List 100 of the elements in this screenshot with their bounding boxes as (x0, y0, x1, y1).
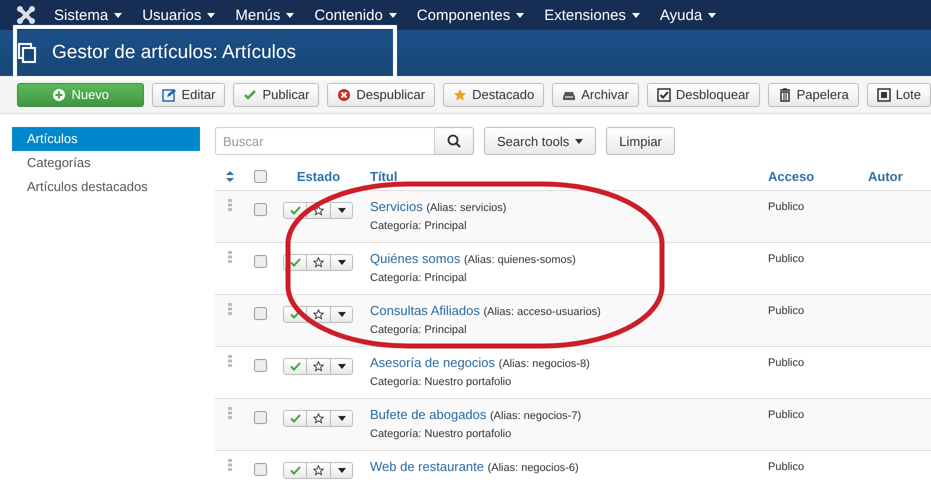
article-title-link[interactable]: Web de restaurante (370, 459, 484, 474)
checkbox[interactable] (254, 411, 266, 424)
article-title-link[interactable]: Bufete de abogados (370, 407, 486, 422)
actions-dropdown[interactable] (331, 306, 353, 323)
search-button[interactable] (435, 127, 474, 155)
drag-handle-icon[interactable] (228, 251, 232, 263)
access-level: Publico (768, 201, 804, 213)
star-icon (313, 205, 324, 216)
article-title-link[interactable]: Servicios (370, 199, 423, 214)
menu-item[interactable]: Componentes (406, 0, 534, 31)
article-alias: (Alias: servicios) (426, 202, 506, 214)
caret-icon (207, 12, 216, 18)
checkbox[interactable] (254, 307, 266, 320)
toolbar-button[interactable]: Despublicar (327, 82, 436, 106)
trash-icon (778, 88, 792, 102)
actions-dropdown[interactable] (331, 358, 353, 375)
actions-dropdown[interactable] (331, 462, 353, 479)
drag-handle-icon[interactable] (228, 199, 232, 211)
actions-dropdown[interactable] (331, 254, 353, 271)
article-alias: (Alias: negocios-8) (498, 358, 590, 370)
article-alias: (Alias: negocios-6) (488, 462, 579, 474)
logo-icon (16, 5, 36, 25)
clear-button[interactable]: Limpiar (606, 127, 675, 155)
caret-icon (338, 260, 346, 265)
star-icon (313, 361, 324, 372)
caret-icon (516, 12, 524, 18)
sort-icon[interactable] (226, 171, 234, 182)
copy-icon (18, 43, 36, 63)
caret-icon (575, 138, 584, 144)
caret-icon (338, 416, 346, 421)
checkbox[interactable] (254, 463, 266, 476)
checkbox[interactable] (254, 203, 266, 216)
menu-item[interactable]: Usuarios (132, 0, 226, 31)
toolbar-button[interactable]: Publicar (233, 82, 320, 106)
edit-icon (162, 88, 176, 102)
search-field[interactable]: Buscar (215, 127, 435, 155)
sidebar-item[interactable]: Categorías (12, 151, 200, 175)
access-level: Publico (768, 305, 804, 317)
toolbar-button[interactable]: Desbloquear (646, 82, 760, 106)
toolbar-button[interactable]: Editar (152, 82, 226, 106)
menu-item[interactable]: Extensiones (534, 0, 650, 31)
access-level: Publico (768, 357, 804, 369)
check-icon (290, 258, 300, 267)
drag-handle-icon[interactable] (228, 407, 232, 419)
menu-item[interactable]: Menús (225, 0, 304, 31)
article-title-link[interactable]: Consultas Afiliados (370, 303, 480, 318)
publish-toggle[interactable] (283, 462, 307, 479)
caret-icon (338, 312, 346, 317)
checkbox[interactable] (254, 359, 266, 372)
check-icon (290, 206, 300, 215)
article-title-link[interactable]: Quiénes somos (370, 251, 460, 266)
drag-handle-icon[interactable] (228, 459, 232, 471)
checkbox-icon (656, 88, 671, 102)
star-icon (313, 413, 324, 424)
featured-toggle[interactable] (307, 254, 331, 271)
featured-toggle[interactable] (307, 358, 331, 375)
toolbar-button[interactable]: Archivar (552, 82, 639, 106)
toolbar-button[interactable]: Destacado (443, 82, 544, 106)
search-tools-button[interactable]: Search tools (484, 127, 596, 155)
plus-icon (52, 88, 66, 102)
actions-dropdown[interactable] (331, 410, 353, 427)
toolbar-button[interactable]: Papelera (768, 82, 859, 106)
check-icon (290, 310, 300, 319)
star-icon (313, 309, 324, 320)
check-icon (290, 466, 300, 475)
publish-toggle[interactable] (283, 358, 307, 375)
star-icon (453, 88, 468, 102)
column-header[interactable]: Autor (868, 169, 903, 184)
column-header[interactable]: Títul (370, 169, 398, 184)
toolbar-button[interactable]: Lote (866, 82, 931, 106)
checkbox[interactable] (254, 255, 266, 268)
article-alias: (Alias: negocios-7) (490, 410, 582, 422)
page-title: Gestor de artículos: Artículos (52, 42, 296, 64)
article-category: Categoría: Principal (370, 219, 468, 233)
sidebar-item[interactable]: Artículos destacados (12, 175, 200, 199)
drag-handle-icon[interactable] (228, 303, 232, 315)
menu-item[interactable]: Contenido (304, 0, 407, 31)
caret-icon (708, 12, 716, 18)
featured-toggle[interactable] (307, 306, 331, 323)
publish-toggle[interactable] (283, 410, 307, 427)
article-category: Categoría: Nuestro portafolio (370, 427, 512, 441)
column-header[interactable]: Estado (296, 169, 340, 184)
caret-icon (338, 208, 346, 213)
star-icon (313, 257, 324, 268)
check-icon (290, 362, 300, 371)
featured-toggle[interactable] (307, 462, 331, 479)
actions-dropdown[interactable] (331, 202, 353, 219)
menu-item[interactable]: Sistema (44, 0, 132, 31)
article-title-link[interactable]: Asesoría de negocios (370, 355, 496, 370)
drag-handle-icon[interactable] (228, 355, 232, 367)
article-alias: (Alias: acceso-usuarios) (483, 306, 601, 318)
article-category: Categoría: Nuestro portafolio (370, 375, 512, 389)
column-header[interactable]: Acceso (768, 169, 814, 184)
star-icon (313, 465, 324, 476)
sidebar-item[interactable]: Artículos (12, 127, 200, 151)
featured-toggle[interactable] (307, 410, 331, 427)
menu-item[interactable]: Ayuda (650, 0, 726, 31)
caret-icon (338, 468, 346, 473)
check-icon (243, 88, 258, 102)
checkbox[interactable] (254, 170, 266, 183)
